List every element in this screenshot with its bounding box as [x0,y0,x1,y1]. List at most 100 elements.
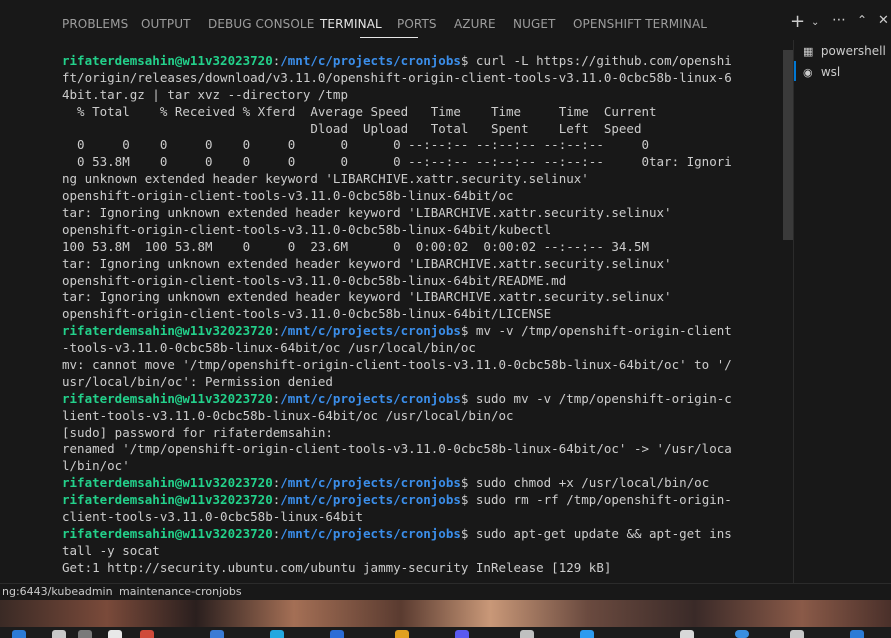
taskbar-app-icon[interactable] [850,630,864,638]
line-text: $ sudo mv -v /tmp/openshift-origin-c [460,390,732,406]
tab-debug-console[interactable]: DEBUG CONSOLE [208,17,314,31]
terminal-icon: ▦ [803,45,814,58]
line-text: $ sudo chmod +x /usr/local/bin/oc [460,475,710,491]
output-line: 4bit.tar.gz | tar xvz --directory /tmp [62,87,782,104]
line-text: lient-tools-v3.11.0-0cbc58b-linux-64bit/… [62,407,514,423]
chevron-down-icon[interactable]: ⌄ [811,17,819,28]
taskbar-app-icon[interactable] [52,630,66,638]
output-line: tar: Ignoring unknown extended header ke… [62,256,782,273]
line-text: ng unknown extended header keyword 'LIBA… [62,171,589,187]
output-line: l/bin/oc' [62,458,782,475]
tab-problems[interactable]: PROBLEMS [62,17,128,31]
line-text: renamed '/tmp/openshift-origin-client-to… [62,441,732,457]
line-text: 0 53.8M 0 0 0 0 0 0 --:--:-- --:--:-- --… [62,154,732,170]
line-text: $ curl -L https://github.com/openshi [460,53,732,68]
status-bar: ng:6443/kubeadmin maintenance-cronjobs [0,583,891,600]
prompt-user: rifaterdemsahin@w11v32023720 [62,475,273,491]
prompt-path: /mnt/c/projects/cronjobs [280,390,461,406]
terminal-item-wsl[interactable]: ◉ wsl [803,65,840,79]
editor-gutter [0,0,43,583]
output-line: lient-tools-v3.11.0-0cbc58b-linux-64bit/… [62,408,782,425]
output-line: renamed '/tmp/openshift-origin-client-to… [62,441,782,458]
taskbar-app-icon[interactable] [210,630,224,638]
tab-openshift-terminal[interactable]: OPENSHIFT TERMINAL [573,17,707,31]
output-line: 0 0 0 0 0 0 0 0 --:--:-- --:--:-- --:--:… [62,137,782,154]
line-text: mv: cannot move '/tmp/openshift-origin-c… [62,357,732,373]
prompt-user: rifaterdemsahin@w11v32023720 [62,390,273,406]
terminal-list: ▦ powershell ◉ wsl [793,40,891,583]
prompt-path: /mnt/c/projects/cronjobs [280,475,461,491]
line-text: $ sudo rm -rf /tmp/openshift-origin- [460,492,732,508]
terminal-item-powershell[interactable]: ▦ powershell [803,44,886,58]
line-text: client-tools-v3.11.0-0cbc58b-linux-64bit [62,509,364,525]
output-line: mv: cannot move '/tmp/openshift-origin-c… [62,357,782,374]
terminal-item-label: powershell [820,44,886,58]
output-line: Get:1 http://security.ubuntu.com/ubuntu … [62,560,782,577]
line-text: openshift-origin-client-tools-v3.11.0-0c… [62,221,552,237]
prompt-path: /mnt/c/projects/cronjobs [280,492,461,508]
taskbar-app-icon[interactable] [140,630,154,638]
prompt-line: rifaterdemsahin@w11v32023720:/mnt/c/proj… [62,492,782,509]
terminal-item-label: wsl [820,65,841,79]
output-line: tar: Ignoring unknown extended header ke… [62,289,782,306]
line-text: Get:1 http://security.ubuntu.com/ubuntu … [62,559,612,575]
line-text: -tools-v3.11.0-0cbc58b-linux-64bit/oc /u… [62,340,476,356]
output-line: -tools-v3.11.0-0cbc58b-linux-64bit/oc /u… [62,340,782,357]
taskbar-app-icon[interactable] [270,630,284,638]
output-line: tall -y socat [62,543,782,560]
line-text: usr/local/bin/oc': Permission denied [62,373,333,389]
taskbar-app-icon[interactable] [108,630,122,638]
taskbar-app-icon[interactable] [520,630,534,638]
tab-terminal[interactable]: TERMINAL [320,17,382,31]
prompt-user: rifaterdemsahin@w11v32023720 [62,525,273,541]
prompt-path: /mnt/c/projects/cronjobs [280,53,461,68]
line-text: l/bin/oc' [62,458,130,474]
taskbar-app-icon[interactable] [455,630,469,638]
close-icon[interactable]: ✕ [878,13,889,28]
terminal-output[interactable]: rifaterdemsahin@w11v32023720:/mnt/c/proj… [62,53,782,580]
tab-ports[interactable]: PORTS [397,17,437,31]
status-cluster[interactable]: ng:6443/kubeadmin [2,585,113,598]
prompt-user: rifaterdemsahin@w11v32023720 [62,492,273,508]
line-text: 100 53.8M 100 53.8M 0 0 23.6M 0 0:00:02 … [62,238,649,254]
prompt-line: rifaterdemsahin@w11v32023720:/mnt/c/proj… [62,323,782,340]
chevron-up-icon[interactable]: ⌃ [857,13,867,27]
prompt-line: rifaterdemsahin@w11v32023720:/mnt/c/proj… [62,391,782,408]
panel-tab-bar: PROBLEMS OUTPUT DEBUG CONSOLE TERMINAL P… [42,0,792,48]
taskbar-app-icon[interactable] [78,630,92,638]
active-tab-indicator [360,37,418,38]
output-line: [sudo] password for rifaterdemsahin: [62,425,782,442]
ellipsis-icon[interactable]: ⋯ [832,12,846,28]
prompt-user: rifaterdemsahin@w11v32023720 [62,323,273,339]
notification-badge[interactable] [735,630,749,638]
taskbar-app-icon[interactable] [580,630,594,638]
taskbar-app-icon[interactable] [680,630,694,638]
output-line: openshift-origin-client-tools-v3.11.0-0c… [62,188,782,205]
plus-icon[interactable]: + [790,11,805,32]
line-text: ft/origin/releases/download/v3.11.0/open… [62,69,732,85]
output-line: ft/origin/releases/download/v3.11.0/open… [62,70,782,87]
line-text: $ mv -v /tmp/openshift-origin-client [460,323,732,339]
prompt-user: rifaterdemsahin@w11v32023720 [62,53,273,68]
tab-azure[interactable]: AZURE [454,17,496,31]
start-icon[interactable] [12,630,26,638]
line-text: Dload Upload Total Spent Left Speed [62,120,642,136]
prompt-path: /mnt/c/projects/cronjobs [280,323,461,339]
prompt-line: rifaterdemsahin@w11v32023720:/mnt/c/proj… [62,53,782,70]
terminal-scrollbar[interactable] [783,50,793,240]
line-text: 4bit.tar.gz | tar xvz --directory /tmp [62,86,348,102]
status-namespace[interactable]: maintenance-cronjobs [119,585,242,598]
line-text: openshift-origin-client-tools-v3.11.0-0c… [62,306,552,322]
output-line: ng unknown extended header keyword 'LIBA… [62,171,782,188]
tab-output[interactable]: OUTPUT [141,17,191,31]
taskbar-app-icon[interactable] [790,630,804,638]
line-text: tar: Ignoring unknown extended header ke… [62,205,672,221]
output-line: usr/local/bin/oc': Permission denied [62,374,782,391]
taskbar-app-icon[interactable] [395,630,409,638]
line-text: openshift-origin-client-tools-v3.11.0-0c… [62,272,567,288]
output-line: 100 53.8M 100 53.8M 0 0 23.6M 0 0:00:02 … [62,239,782,256]
prompt-line: rifaterdemsahin@w11v32023720:/mnt/c/proj… [62,526,782,543]
tab-nuget[interactable]: NUGET [513,17,555,31]
taskbar-app-icon[interactable] [330,630,344,638]
line-text: % Total % Received % Xferd Average Speed… [62,103,657,119]
